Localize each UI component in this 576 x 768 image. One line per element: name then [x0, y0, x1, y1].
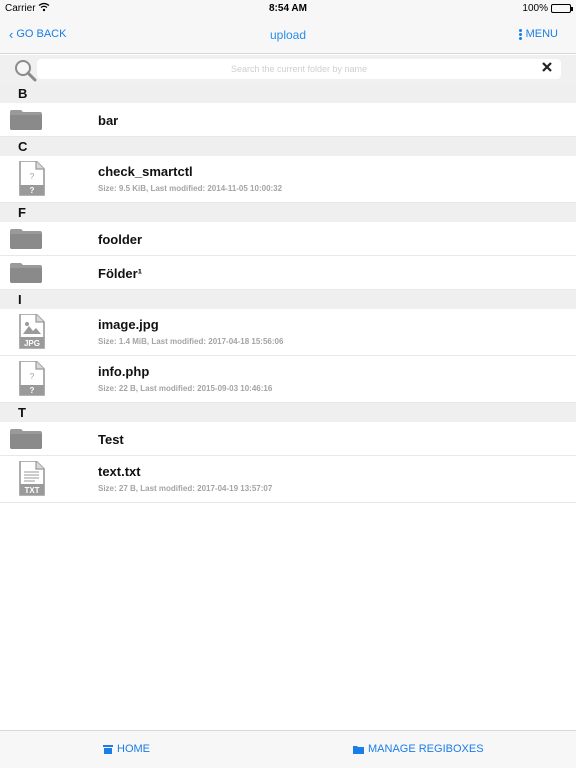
- item-name: check_smartctl: [98, 164, 193, 179]
- svg-text:?: ?: [30, 172, 35, 181]
- tab-bar: HOME MANAGE REGIBOXES: [0, 730, 576, 768]
- svg-text:TXT: TXT: [24, 486, 39, 495]
- jpg-file-icon: JPG: [19, 313, 45, 354]
- battery-percent: 100%: [522, 3, 548, 14]
- svg-text:JPG: JPG: [24, 339, 40, 348]
- section-header-c: C: [0, 137, 576, 156]
- file-row[interactable]: TXT text.txt Size: 27 B, Last modified: 20…: [0, 456, 576, 503]
- menu-button[interactable]: MENU: [518, 28, 558, 40]
- manage-regiboxes-tab-button[interactable]: MANAGE REGIBOXES: [353, 743, 484, 755]
- section-header-b: B: [0, 84, 576, 103]
- search-bar: [0, 55, 576, 84]
- home-icon: [103, 744, 113, 754]
- section-header-i: I: [0, 290, 576, 309]
- folder-icon: [10, 110, 42, 135]
- folder-row[interactable]: Test: [0, 422, 576, 456]
- folder-icon: [10, 429, 42, 454]
- svg-text:?: ?: [30, 386, 35, 395]
- home-tab-label: HOME: [117, 743, 150, 755]
- search-input[interactable]: [37, 59, 561, 79]
- item-meta: Size: 27 B, Last modified: 2017-04-19 13…: [98, 484, 273, 493]
- folder-icon: [10, 263, 42, 288]
- battery-icon: [551, 4, 573, 13]
- app-screen: Carrier 8:54 AM 100% ‹ GO BACK upload ME…: [0, 0, 576, 768]
- item-meta: Size: 22 B, Last modified: 2015-09-03 10…: [98, 384, 273, 393]
- item-name: info.php: [98, 364, 150, 379]
- file-list: Bbar C?? check_smartctl Size: 9.5 KiB, Last…: [0, 84, 576, 503]
- file-row[interactable]: JPG image.jpg Size: 1.4 MiB, Last modified…: [0, 309, 576, 356]
- home-tab-button[interactable]: HOME: [103, 743, 150, 755]
- folder-icon: [353, 745, 364, 754]
- item-name: foolder: [98, 232, 143, 247]
- page-title: upload: [269, 28, 307, 42]
- item-meta: Size: 1.4 MiB, Last modified: 2017-04-18…: [98, 337, 284, 346]
- item-name: Földer¹: [98, 266, 143, 281]
- svg-text:?: ?: [30, 186, 35, 195]
- unknown-file-icon: ??: [19, 360, 45, 401]
- item-name: image.jpg: [98, 317, 159, 332]
- folder-row[interactable]: bar: [0, 103, 576, 137]
- go-back-button[interactable]: ‹ GO BACK: [9, 26, 67, 42]
- svg-text:?: ?: [30, 372, 35, 381]
- status-bar: Carrier 8:54 AM 100%: [0, 0, 576, 18]
- section-header-t: T: [0, 403, 576, 422]
- item-name: Test: [98, 432, 124, 447]
- txt-file-icon: TXT: [19, 460, 45, 501]
- menu-label: MENU: [525, 28, 558, 40]
- search-icon: [15, 60, 37, 82]
- go-back-label: GO BACK: [16, 28, 67, 40]
- file-row[interactable]: ?? check_smartctl Size: 9.5 KiB, Last modi…: [0, 156, 576, 203]
- section-header-f: F: [0, 203, 576, 222]
- unknown-file-icon: ??: [19, 160, 45, 201]
- folder-row[interactable]: Földer¹: [0, 256, 576, 290]
- clock: 8:54 AM: [269, 3, 307, 14]
- file-row[interactable]: ?? info.php Size: 22 B, Last modified: 201…: [0, 356, 576, 403]
- folder-row[interactable]: foolder: [0, 222, 576, 256]
- folder-icon: [10, 229, 42, 254]
- manage-regiboxes-label: MANAGE REGIBOXES: [368, 743, 484, 755]
- navigation-bar: ‹ GO BACK upload MENU: [0, 18, 576, 54]
- item-name: bar: [98, 113, 119, 128]
- item-name: text.txt: [98, 464, 141, 479]
- item-meta: Size: 9.5 KiB, Last modified: 2014-11-05…: [98, 184, 283, 193]
- chevron-left-icon: ‹: [9, 26, 14, 42]
- clear-search-icon[interactable]: [541, 61, 553, 73]
- kebab-menu-icon: [518, 28, 522, 40]
